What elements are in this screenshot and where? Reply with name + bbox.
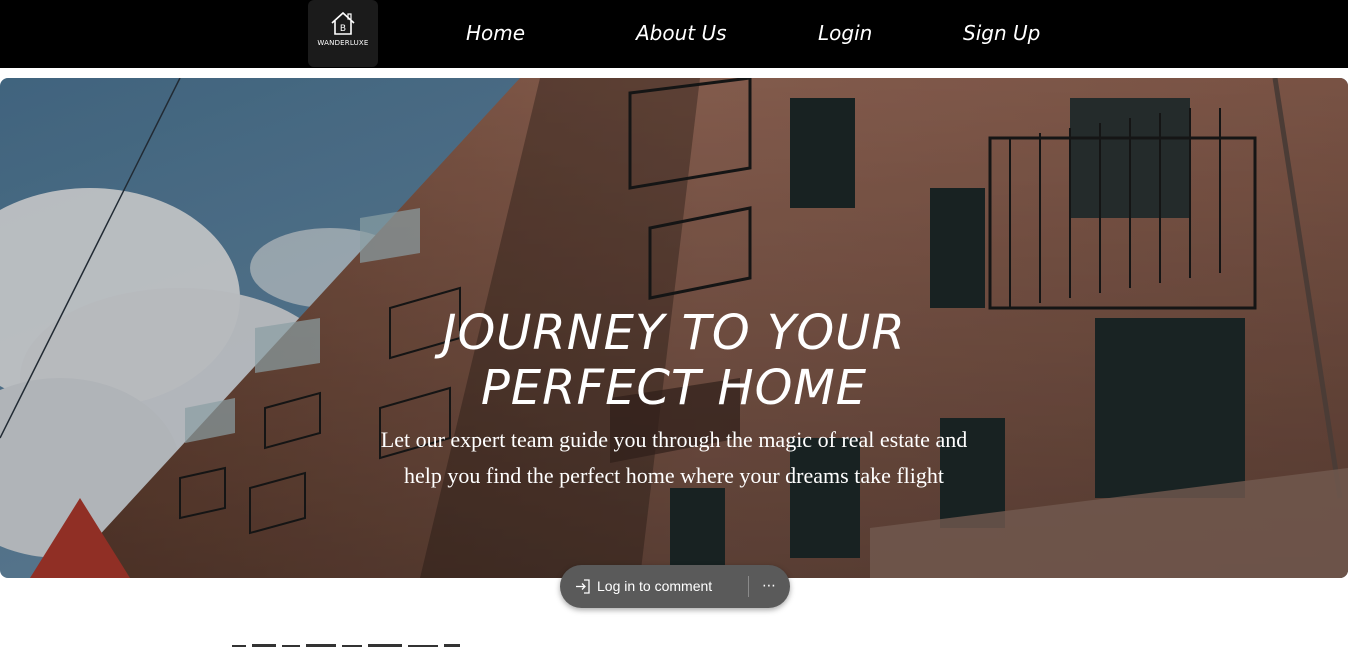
comment-bar: Log in to comment ⋯ [560, 565, 790, 608]
hero-banner: JOURNEY TO YOUR PERFECT HOME Let our exp… [0, 78, 1348, 578]
divider [748, 576, 749, 597]
login-to-comment-button[interactable]: Log in to comment [597, 578, 712, 595]
hero-subtitle-line2: help you find the perfect home where you… [403, 463, 945, 488]
hero-subtitle-line1: Let our expert team guide you through th… [380, 427, 968, 452]
house-logo-icon: B [331, 11, 355, 35]
top-navbar: B WANDERLUXE Home About Us Login Sign Up [0, 0, 1348, 68]
more-options-icon[interactable]: ⋯ [760, 576, 778, 596]
hero-title-line2: PERFECT HOME [480, 360, 868, 416]
nav-sign-up[interactable]: Sign Up [963, 20, 1040, 46]
nav-home[interactable]: Home [466, 20, 525, 46]
nav-login[interactable]: Login [818, 20, 872, 46]
brand-name: WANDERLUXE [317, 39, 369, 47]
brand-logo[interactable]: B WANDERLUXE [308, 0, 378, 67]
hero-title-line1: JOURNEY TO YOUR [442, 305, 906, 361]
hero-title: JOURNEY TO YOUR PERFECT HOME [324, 306, 1024, 416]
below-fold-content [220, 634, 520, 647]
login-arrow-icon[interactable] [574, 578, 592, 595]
hero-subtitle: Let our expert team guide you through th… [324, 422, 1024, 494]
svg-text:B: B [340, 24, 346, 34]
nav-about-us[interactable]: About Us [636, 20, 727, 46]
